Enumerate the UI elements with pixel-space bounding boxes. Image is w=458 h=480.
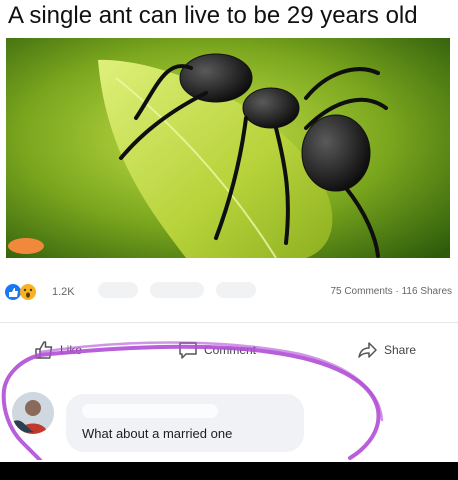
like-button[interactable]: Like <box>34 339 82 361</box>
comments-shares: 75 Comments · 116 Shares <box>330 286 452 297</box>
comment-text: What about a married one <box>82 426 233 441</box>
share-button[interactable]: Share <box>358 339 416 361</box>
blurred-area <box>98 282 138 298</box>
post-stats: 1.2K 75 Comments · 116 Shares <box>0 270 458 304</box>
wow-icon <box>20 284 36 300</box>
blurred-area <box>216 282 256 298</box>
comment-bubble: What about a married one <box>66 394 304 452</box>
share-label: Share <box>384 343 417 357</box>
avatar[interactable] <box>12 392 54 434</box>
ant-photo <box>6 38 450 258</box>
blurred-area <box>150 282 204 298</box>
comments-count[interactable]: 75 Comments <box>330 286 392 297</box>
comment-label: Comment <box>204 343 257 357</box>
comment: What about a married one <box>0 380 458 455</box>
share-icon <box>358 342 377 358</box>
comment-button[interactable]: Comment <box>178 339 256 361</box>
commenter-name-blurred[interactable] <box>82 404 218 418</box>
bottom-black-bar <box>0 462 458 480</box>
like-label: Like <box>60 343 83 357</box>
separator: · <box>395 286 399 297</box>
reaction-icons[interactable] <box>4 282 52 302</box>
reaction-count[interactable]: 1.2K <box>52 286 75 298</box>
thumbs-up-icon <box>35 341 53 359</box>
shares-count[interactable]: 116 Shares <box>402 286 452 297</box>
comment-icon <box>179 342 197 359</box>
caption-text: A single ant can live to be 29 years old <box>8 2 418 29</box>
ant-on-leaf-image <box>6 38 450 258</box>
post-actions: Like Comment Share <box>0 322 458 367</box>
meme-caption: A single ant can live to be 29 years old <box>0 0 458 38</box>
